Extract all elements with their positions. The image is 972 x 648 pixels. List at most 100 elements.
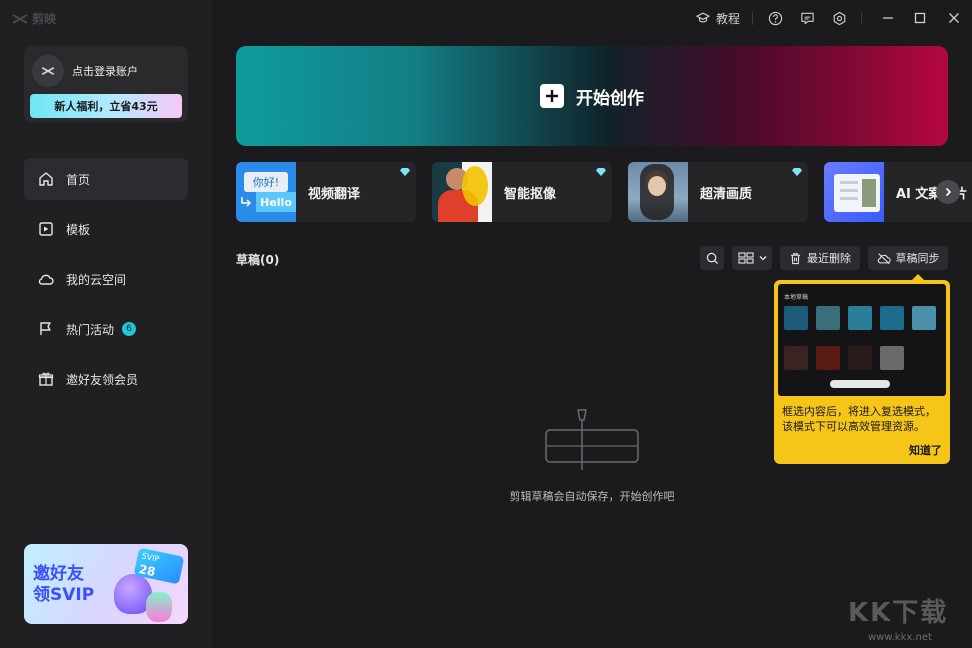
mini-thumbnail [816, 346, 840, 370]
recent-delete-label: 最近删除 [807, 252, 851, 265]
diamond-icon [400, 168, 410, 176]
mini-thumbnail [880, 306, 904, 330]
sidebar-item-events[interactable]: 热门活动 6 [24, 308, 188, 350]
watermark-url: www.kkx.net [868, 632, 932, 643]
feature-cards: 你好! Hello 视频翻译 智能抠像 超清画质 AI 文案成片 [236, 162, 972, 222]
sidebar-item-label: 首页 [66, 172, 91, 187]
sidebar-nav: 首页 模板 我的云空间 热门活动 6 邀好友领会员 [24, 158, 188, 408]
doc-line [840, 189, 858, 192]
diamond-icon [792, 168, 802, 176]
feature-label: 超清画质 [700, 187, 753, 202]
mascot-illustration-small [146, 592, 172, 622]
avatar[interactable] [32, 55, 64, 87]
thumb-chinese-bubble: 你好! [244, 172, 288, 192]
capcut-avatar-icon [41, 66, 55, 76]
chevron-right-icon [945, 187, 952, 197]
sidebar-item-invite[interactable]: 邀好友领会员 [24, 358, 188, 400]
sidebar: 剪映 点击登录账户 新人福利，立省43元 首页 模板 我的云空间 热门活动 6 … [0, 0, 212, 648]
view-mode-dropdown[interactable] [732, 246, 772, 270]
tutorial-label: 教程 [715, 11, 740, 26]
tooltip-preview-image: 本地草稿 [778, 284, 946, 396]
tutorial-button[interactable]: 教程 [696, 0, 742, 36]
multi-select-tooltip: 本地草稿 框选内容后，将进入复选模式， 该模式下可以高效管理资源。 知道了 [774, 274, 950, 464]
invite-svip-banner[interactable]: 邀好友 领SVIP SVIP 28 [24, 544, 188, 624]
divider [861, 11, 862, 25]
sidebar-item-label: 热门活动 [66, 322, 115, 337]
grid-view-icon [737, 252, 754, 264]
feedback-icon [800, 12, 814, 24]
mini-title: 本地草稿 [784, 294, 809, 301]
start-creating-label: 开始创作 [576, 88, 644, 109]
cloud-icon [38, 271, 54, 287]
mini-action-bar [830, 380, 890, 388]
login-text[interactable]: 点击登录账户 [72, 63, 138, 79]
doc-line [840, 181, 858, 184]
tooltip-arrow [912, 274, 924, 280]
ai-script-thumbnail [824, 162, 884, 222]
minimize-icon [883, 17, 893, 19]
empty-box-icon [545, 409, 639, 470]
watermark: KK下载 [848, 598, 949, 628]
login-card[interactable]: 点击登录账户 新人福利，立省43元 [24, 46, 188, 122]
tooltip-text: 框选内容后，将进入复选模式， 该模式下可以高效管理资源。 [782, 404, 946, 434]
doc-illustration [834, 174, 880, 212]
sidebar-item-home[interactable]: 首页 [24, 158, 188, 200]
smart-cutout-thumbnail [432, 162, 492, 222]
settings-button[interactable] [827, 0, 851, 36]
feature-card-smart-cutout[interactable]: 智能抠像 [432, 162, 612, 222]
empty-drafts-text: 剪辑草稿会自动保存，开始创作吧 [509, 490, 675, 503]
mini-thumbnail [848, 346, 872, 370]
super-resolution-thumbnail [628, 162, 688, 222]
draft-sync-button[interactable]: 草稿同步 [868, 246, 948, 270]
search-icon [706, 252, 718, 264]
feedback-button[interactable] [795, 0, 819, 36]
thumb-english-bubble: Hello [256, 192, 296, 212]
minimize-button[interactable] [872, 0, 904, 36]
mini-thumbnail [848, 306, 872, 330]
app-logo: 剪映 [12, 10, 56, 27]
mini-thumbnail [784, 346, 808, 370]
feature-card-super-resolution[interactable]: 超清画质 [628, 162, 808, 222]
new-user-promo-button[interactable]: 新人福利，立省43元 [30, 94, 182, 118]
plus-icon [540, 84, 564, 108]
flag-icon [38, 321, 54, 337]
drafts-title: 草稿(0) [236, 253, 280, 267]
feature-card-video-translate[interactable]: 你好! Hello 视频翻译 [236, 162, 416, 222]
trash-icon [790, 252, 801, 264]
help-button[interactable] [763, 0, 787, 36]
start-creating-button[interactable]: 开始创作 [236, 46, 948, 146]
mini-thumbnail [880, 346, 904, 370]
doc-photo [862, 179, 876, 207]
app-name: 剪映 [32, 12, 57, 26]
mini-thumbnail [912, 306, 936, 330]
capcut-logo-icon [12, 13, 28, 24]
close-button[interactable] [936, 0, 972, 36]
cloud-sync-icon [877, 252, 891, 264]
doc-line [840, 197, 858, 200]
person-hair [462, 166, 488, 206]
sidebar-item-template[interactable]: 模板 [24, 208, 188, 250]
sidebar-item-label: 模板 [66, 222, 91, 237]
sidebar-item-label: 邀好友领会员 [66, 372, 139, 387]
divider [752, 11, 753, 25]
feature-label: 智能抠像 [504, 187, 557, 202]
draft-sync-label: 草稿同步 [895, 252, 940, 265]
invite-banner-line2: 领SVIP [33, 585, 95, 605]
tooltip-line1: 框选内容后，将进入复选模式， [782, 405, 936, 418]
events-count-badge: 6 [122, 322, 137, 336]
invite-banner-line1: 邀好友 [33, 564, 84, 584]
person-face [648, 176, 666, 196]
sidebar-item-cloud[interactable]: 我的云空间 [24, 258, 188, 300]
features-next-button[interactable] [936, 180, 960, 204]
search-button[interactable] [700, 246, 724, 270]
invite-banner-text: 邀好友 领SVIP [33, 564, 94, 606]
maximize-button[interactable] [904, 0, 936, 36]
close-icon [949, 13, 959, 23]
maximize-icon [914, 12, 926, 24]
mini-thumbnail [816, 306, 840, 330]
recent-delete-button[interactable]: 最近删除 [780, 246, 860, 270]
diamond-icon [596, 168, 606, 176]
chevron-down-icon [759, 256, 766, 261]
video-translate-thumbnail: 你好! Hello [236, 162, 296, 222]
got-it-button[interactable]: 知道了 [909, 442, 942, 458]
